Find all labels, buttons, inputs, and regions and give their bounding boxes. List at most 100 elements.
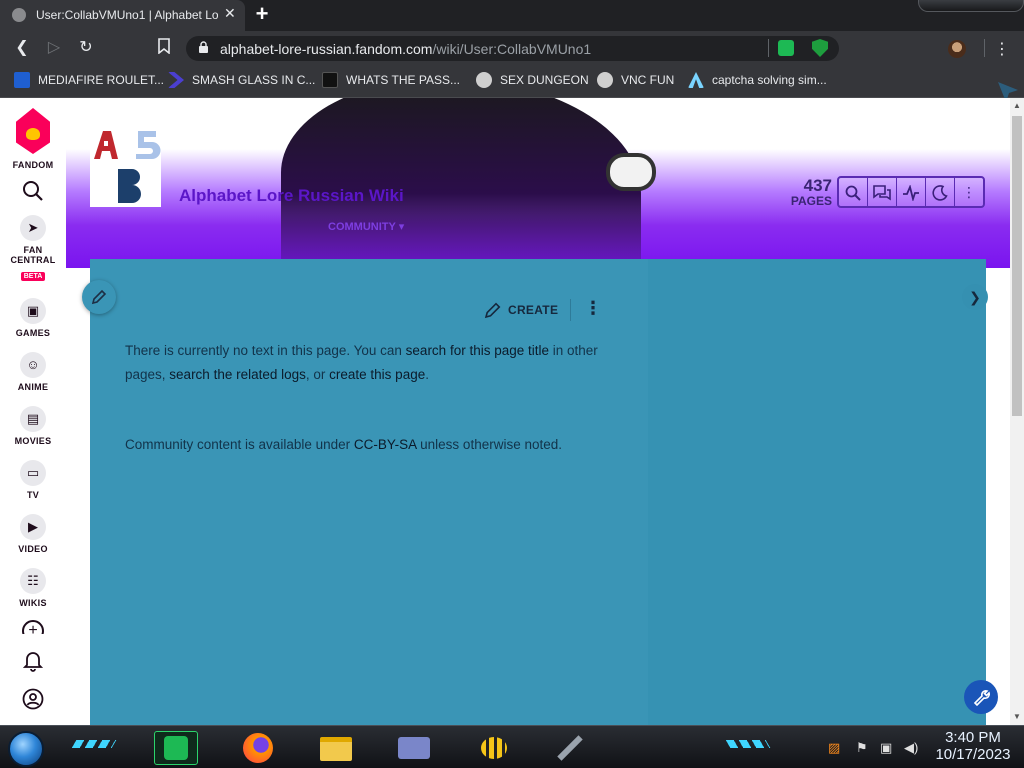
nav-anime-label: ANIME [17, 382, 49, 392]
scrollbar-thumb[interactable] [1012, 116, 1022, 416]
theme-toggle-button[interactable] [926, 178, 955, 206]
header-artwork-blob [606, 153, 656, 191]
taskbar-firefox[interactable] [236, 731, 280, 765]
taskbar: ▨ ⚑ ▣ ◀) 3:40 PM 10/17/2023 [0, 725, 1024, 768]
spotify-extension-icon[interactable] [778, 40, 794, 56]
fandom-label: FANDOM [12, 160, 54, 170]
toolbar-divider [984, 39, 985, 57]
cc-by-sa-link[interactable]: CC-BY-SA [354, 437, 417, 452]
bookmark-captcha[interactable]: captcha solving sim... [688, 65, 827, 95]
search-title-link[interactable]: search for this page title [406, 343, 549, 358]
tray-flag-icon[interactable]: ⚑ [856, 740, 868, 756]
bookmark-smash-glass[interactable]: SMASH GLASS IN C... [168, 65, 315, 95]
bookmark-sex-dungeon[interactable]: SEX DUNGEON [476, 65, 589, 95]
taskbar-app-sword[interactable] [548, 731, 592, 765]
window-controls[interactable] [918, 0, 1024, 12]
taskbar-app-card[interactable] [392, 731, 436, 765]
gear-shield-icon [476, 72, 492, 88]
taskbar-spotify[interactable] [154, 731, 198, 765]
url-text[interactable]: alphabet-lore-russian.fandom.com/wiki/Us… [220, 41, 591, 57]
pencil-icon [91, 289, 107, 305]
scroll-up-icon[interactable]: ▲ [1013, 101, 1021, 110]
wiki-title[interactable]: Alphabet Lore Russian Wiki [179, 186, 404, 206]
wiki-search-button[interactable] [839, 178, 868, 206]
global-tools-button[interactable] [964, 680, 998, 714]
bookmark-star-icon[interactable] [154, 38, 174, 58]
chevron-right-icon: ❯ [969, 289, 981, 305]
page-scrollbar[interactable]: ▲ ▼ [1010, 98, 1024, 725]
forward-icon[interactable]: ▷ [44, 38, 64, 58]
bee-icon [481, 737, 507, 759]
nav-movies-label: MOVIES [14, 436, 52, 446]
bookmarks-bar: MEDIAFIRE ROULET... SMASH GLASS IN C... … [0, 65, 1024, 98]
notifications-button[interactable] [0, 650, 66, 677]
moon-icon [932, 185, 948, 201]
sticky-edit-button[interactable] [82, 280, 116, 314]
create-button[interactable]: CREATE [484, 301, 558, 319]
reload-icon[interactable]: ↻ [76, 38, 96, 58]
rocket-icon: ➤ [20, 215, 46, 241]
sword-icon [557, 735, 583, 761]
nav-tv[interactable]: ▭ TV [0, 460, 66, 500]
tab-favicon-icon [12, 8, 26, 22]
taskbar-app-bee[interactable] [472, 731, 516, 765]
browser-tab-strip: User:CollabVMUno1 | Alphabet Lo ✕ + [0, 0, 1024, 31]
nav-movies[interactable]: ▤ MOVIES [0, 406, 66, 446]
right-rail [648, 259, 986, 725]
nav-anime[interactable]: ☺ ANIME [0, 352, 66, 392]
search-button[interactable] [0, 180, 66, 207]
nav-video-label: VIDEO [18, 544, 48, 554]
fandom-global-nav: FANDOM ➤ FAN CENTRAL BETA ▣ GAMES ☺ ANIM… [0, 98, 66, 725]
caret-a-icon [688, 72, 704, 88]
bookmark-mediafire[interactable]: MEDIAFIRE ROULET... [14, 65, 164, 95]
gear-shield-icon [597, 72, 613, 88]
create-page-link[interactable]: create this page [329, 367, 425, 382]
bookmark-vnc-fun[interactable]: VNC FUN [597, 65, 674, 95]
wiki-logo[interactable] [90, 127, 161, 207]
nav-games[interactable]: ▣ GAMES [0, 298, 66, 338]
tray-network-icon[interactable]: ▣ [880, 740, 892, 756]
tray-volume-icon[interactable]: ◀) [904, 740, 918, 756]
black-square-icon [322, 72, 338, 88]
taskbar-explorer[interactable] [314, 731, 358, 765]
right-rail-toggle[interactable]: ❯ [962, 284, 988, 310]
spotify-icon [164, 736, 188, 760]
search-logs-link[interactable]: search the related logs [169, 367, 306, 382]
discussions-icon [873, 185, 891, 201]
browser-menu-icon[interactable]: ⋮ [994, 39, 1010, 59]
pencil-icon [484, 302, 501, 319]
mediafire-icon [14, 72, 30, 88]
page-count-number: 437 [803, 176, 832, 195]
article-more-button[interactable]: ⋮ [584, 298, 602, 319]
folder-icon [320, 737, 352, 761]
nav-games-label: GAMES [15, 328, 51, 338]
wiki-nav-community[interactable]: COMMUNITY ▾ [328, 220, 404, 233]
taskbar-decoration [725, 740, 771, 748]
scroll-down-icon[interactable]: ▼ [1013, 712, 1021, 721]
beta-badge: BETA [20, 272, 46, 281]
plus-icon: + [22, 620, 44, 634]
search-icon [845, 185, 861, 201]
discussions-button[interactable] [868, 178, 897, 206]
browser-tab[interactable]: User:CollabVMUno1 | Alphabet Lo ✕ [0, 0, 245, 31]
new-tab-button[interactable]: + [252, 3, 272, 25]
tab-close-icon[interactable]: ✕ [224, 5, 236, 22]
nav-fan-central-label: FAN CENTRAL [10, 245, 56, 265]
nav-wikis[interactable]: ☷ WIKIS [0, 568, 66, 608]
fandom-logo[interactable]: FANDOM [0, 108, 66, 170]
recent-changes-button[interactable] [897, 178, 926, 206]
nav-video[interactable]: ▶ VIDEO [0, 514, 66, 554]
tray-app-icon[interactable]: ▨ [828, 740, 840, 756]
url-path: /wiki/User:CollabVMUno1 [432, 41, 592, 57]
taskbar-clock[interactable]: 3:40 PM 10/17/2023 [930, 729, 1016, 763]
back-icon[interactable]: ❮ [12, 38, 32, 58]
wiki-more-button[interactable]: ⋮ [955, 178, 983, 206]
user-account-button[interactable] [0, 688, 66, 715]
nav-wikis-label: WIKIS [19, 598, 47, 608]
bookmark-whats-the-pass[interactable]: WHATS THE PASS... [322, 65, 460, 95]
nav-fan-central[interactable]: ➤ FAN CENTRAL BETA [0, 215, 66, 283]
profile-avatar[interactable] [948, 40, 966, 58]
nav-add[interactable]: + [0, 620, 66, 634]
address-bar[interactable]: alphabet-lore-russian.fandom.com/wiki/Us… [186, 36, 839, 61]
start-button[interactable] [8, 731, 44, 767]
